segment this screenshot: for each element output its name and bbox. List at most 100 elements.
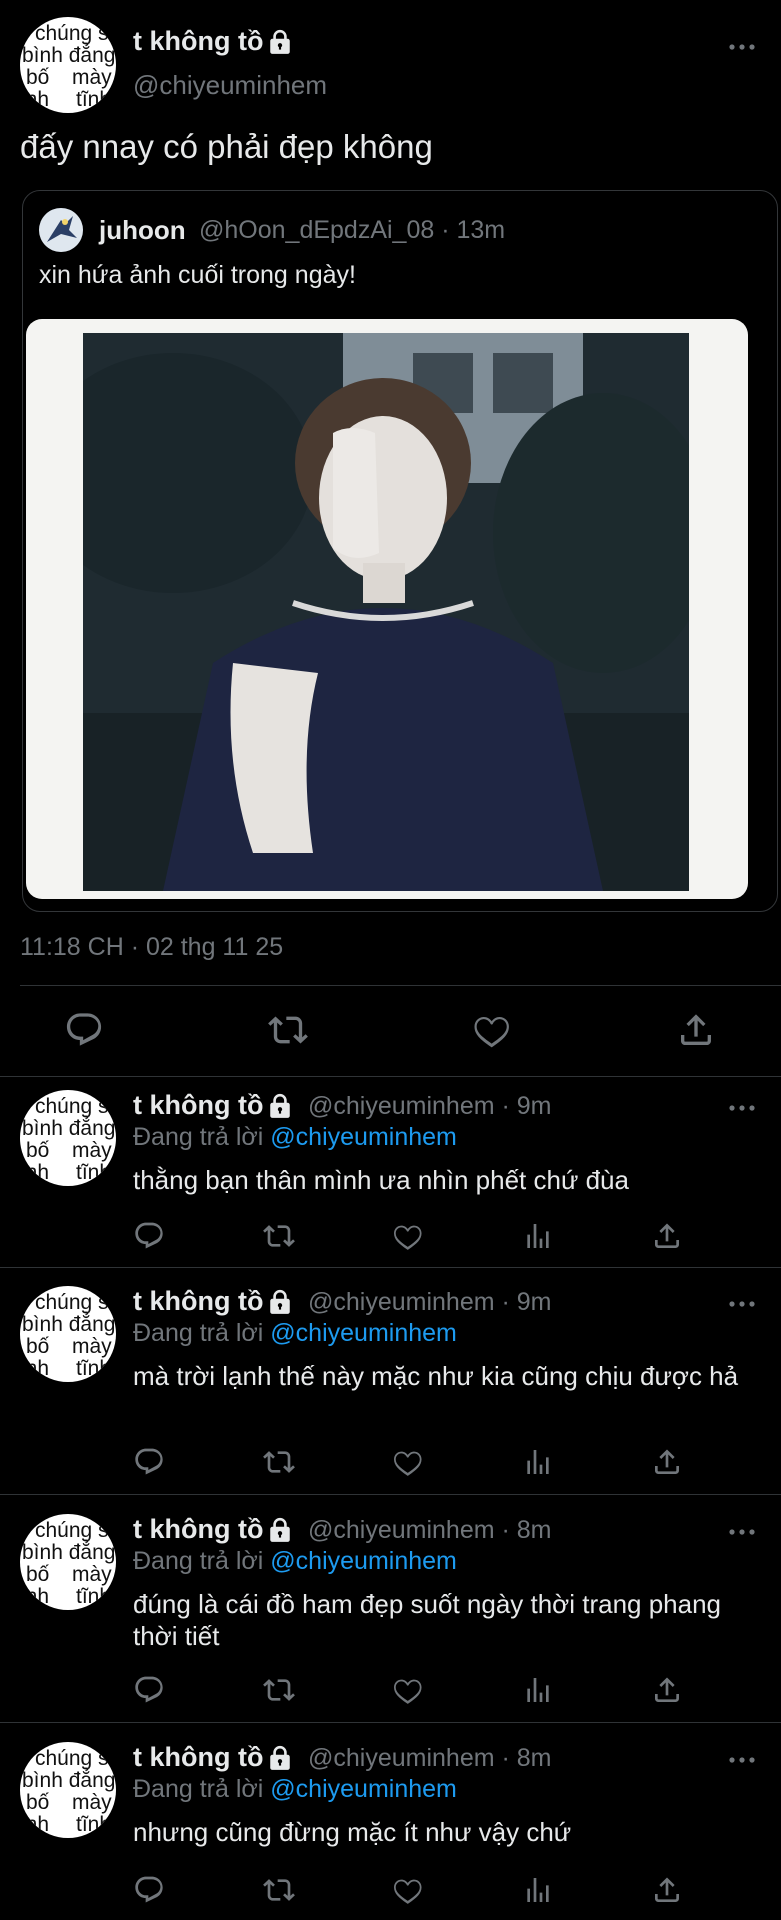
- share-icon[interactable]: [651, 1220, 683, 1252]
- avatar[interactable]: chúng sin bình đẳng bố mày anh tĩnh: [20, 1514, 116, 1610]
- share-icon[interactable]: [651, 1446, 683, 1478]
- replying-to-link[interactable]: @chiyeuminhem: [270, 1123, 457, 1151]
- analytics-icon[interactable]: [522, 1220, 554, 1252]
- replying-to: Đang trả lời @chiyeuminhem: [133, 1319, 457, 1347]
- more-icon[interactable]: [729, 1756, 755, 1764]
- lock-icon: [267, 1517, 293, 1543]
- avatar-text: chúng sin: [35, 1095, 116, 1118]
- handle-time[interactable]: @chiyeuminhem · 9m: [308, 1092, 552, 1121]
- avatar-text: bình đẳng: [22, 44, 116, 67]
- display-name[interactable]: t không tồ: [133, 1742, 293, 1773]
- avatar-text: tĩnh: [76, 88, 112, 111]
- avatar-text: bố: [26, 1335, 50, 1358]
- retweet-icon[interactable]: [268, 1010, 308, 1050]
- display-name[interactable]: t không tồ: [133, 1090, 293, 1121]
- avatar[interactable]: chúng sin bình đẳng bố mày anh tĩnh: [20, 1742, 116, 1838]
- tweet-text: đấy nnay có phải đẹp không: [20, 128, 433, 165]
- divider: [0, 1267, 781, 1268]
- avatar-text: mày: [72, 1139, 112, 1162]
- analytics-icon[interactable]: [522, 1874, 554, 1906]
- avatar-text: chúng sin: [35, 22, 116, 45]
- divider: [0, 1076, 781, 1077]
- more-icon[interactable]: [729, 1104, 755, 1112]
- analytics-icon[interactable]: [522, 1446, 554, 1478]
- like-icon[interactable]: [472, 1010, 512, 1050]
- avatar-text: anh: [20, 88, 50, 111]
- divider: [0, 1494, 781, 1495]
- quoted-tweet[interactable]: juhoon @hOon_dEpdzAi_08 · 13m xin hứa ản…: [22, 190, 778, 912]
- retweet-icon[interactable]: [263, 1674, 295, 1706]
- replying-to-link[interactable]: @chiyeuminhem: [270, 1547, 457, 1575]
- like-icon[interactable]: [392, 1220, 424, 1252]
- retweet-icon[interactable]: [263, 1220, 295, 1252]
- avatar-text: tĩnh: [76, 1161, 112, 1184]
- reply-tweet[interactable]: chúng sin bình đẳng bố mày anh tĩnh t kh…: [0, 1090, 781, 1267]
- reply-icon[interactable]: [133, 1674, 165, 1706]
- more-icon[interactable]: [729, 43, 755, 51]
- divider: [0, 1722, 781, 1723]
- handle-time[interactable]: @chiyeuminhem · 8m: [308, 1744, 552, 1773]
- replying-to: Đang trả lời @chiyeuminhem: [133, 1775, 457, 1803]
- reply-icon[interactable]: [133, 1220, 165, 1252]
- reply-icon[interactable]: [133, 1874, 165, 1906]
- retweet-icon[interactable]: [263, 1446, 295, 1478]
- divider: [20, 985, 781, 986]
- avatar-text: tĩnh: [76, 1357, 112, 1380]
- replying-to-link[interactable]: @chiyeuminhem: [270, 1775, 457, 1803]
- display-name[interactable]: t không tồ: [133, 1286, 293, 1317]
- reply-text: đúng là cái đồ ham đẹp suốt ngày thời tr…: [133, 1589, 722, 1651]
- avatar-text: bố: [26, 66, 50, 89]
- handle-time[interactable]: @chiyeuminhem · 9m: [308, 1288, 552, 1317]
- lock-icon: [267, 1093, 293, 1119]
- photo-image: [83, 333, 689, 891]
- quoted-avatar: [39, 208, 83, 252]
- avatar-text: chúng sin: [35, 1747, 116, 1770]
- avatar-text: mày: [72, 1335, 112, 1358]
- reply-tweet[interactable]: chúng sin bình đẳng bố mày anh tĩnh t kh…: [0, 1742, 781, 1920]
- like-icon[interactable]: [392, 1674, 424, 1706]
- reply-text: thằng bạn thân mình ưa nhìn phết chứ đùa: [133, 1165, 629, 1195]
- avatar-text: bố: [26, 1563, 50, 1586]
- tweet-timestamp: 11:18 CH · 02 thg 11 25: [20, 933, 284, 961]
- more-icon[interactable]: [729, 1300, 755, 1308]
- display-name[interactable]: t không tồ: [133, 1514, 293, 1545]
- reply-tweet[interactable]: chúng sin bình đẳng bố mày anh tĩnh t kh…: [0, 1286, 781, 1494]
- share-icon[interactable]: [651, 1874, 683, 1906]
- replying-to: Đang trả lời @chiyeuminhem: [133, 1123, 457, 1151]
- avatar-text: anh: [20, 1357, 50, 1380]
- replying-to: Đang trả lời @chiyeuminhem: [133, 1547, 457, 1575]
- share-icon[interactable]: [651, 1674, 683, 1706]
- avatar-text: bình đẳng: [22, 1541, 116, 1564]
- avatar[interactable]: chúng sin bình đẳng bố mày anh tĩnh: [20, 17, 116, 113]
- like-icon[interactable]: [392, 1874, 424, 1906]
- lock-icon: [267, 1289, 293, 1315]
- avatar-text: anh: [20, 1813, 50, 1836]
- share-icon[interactable]: [676, 1010, 716, 1050]
- retweet-icon[interactable]: [263, 1874, 295, 1906]
- reply-tweet[interactable]: chúng sin bình đẳng bố mày anh tĩnh t kh…: [0, 1514, 781, 1722]
- handle[interactable]: @chiyeuminhem: [133, 70, 327, 101]
- quoted-display-name[interactable]: juhoon: [99, 215, 186, 246]
- polaroid-photo[interactable]: [26, 319, 748, 899]
- reply-text: mà trời lạnh thế này mặc như kia cũng ch…: [133, 1361, 739, 1391]
- avatar-text: chúng sin: [35, 1291, 116, 1314]
- avatar-text: bố: [26, 1791, 50, 1814]
- reply-icon[interactable]: [133, 1446, 165, 1478]
- replying-to-link[interactable]: @chiyeuminhem: [270, 1319, 457, 1347]
- reply-icon[interactable]: [64, 1010, 104, 1050]
- analytics-icon[interactable]: [522, 1674, 554, 1706]
- avatar-text: tĩnh: [76, 1585, 112, 1608]
- avatar-text: bình đẳng: [22, 1313, 116, 1336]
- avatar-text: anh: [20, 1585, 50, 1608]
- more-icon[interactable]: [729, 1528, 755, 1536]
- handle-time[interactable]: @chiyeuminhem · 8m: [308, 1516, 552, 1545]
- avatar-text: bình đẳng: [22, 1769, 116, 1792]
- avatar-text: mày: [72, 1563, 112, 1586]
- quoted-handle-time[interactable]: @hOon_dEpdzAi_08 · 13m: [199, 216, 505, 245]
- avatar-text: bố: [26, 1139, 50, 1162]
- display-name[interactable]: t không tồ: [133, 26, 293, 57]
- avatar[interactable]: chúng sin bình đẳng bố mày anh tĩnh: [20, 1090, 116, 1186]
- reply-text: nhưng cũng đừng mặc ít như vậy chứ: [133, 1817, 572, 1847]
- avatar[interactable]: chúng sin bình đẳng bố mày anh tĩnh: [20, 1286, 116, 1382]
- like-icon[interactable]: [392, 1446, 424, 1478]
